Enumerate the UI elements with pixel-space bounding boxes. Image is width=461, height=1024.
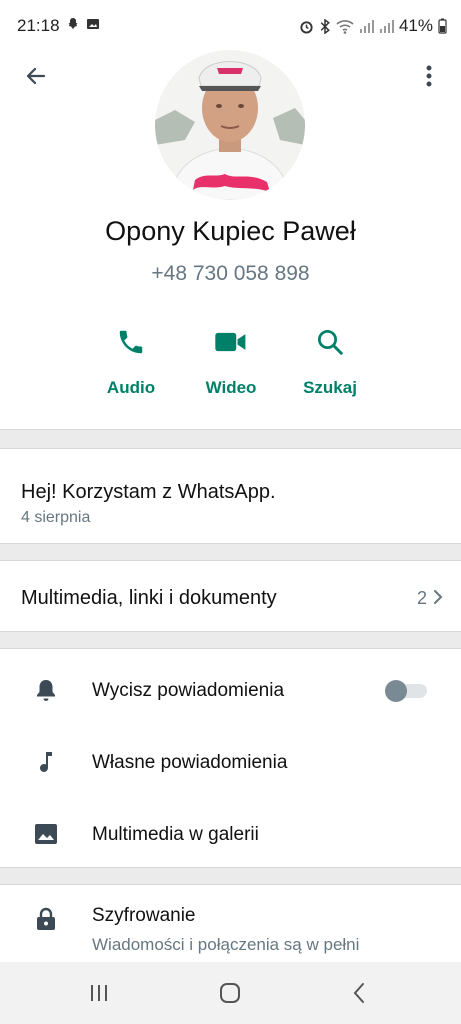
signal-icon-2 — [379, 19, 394, 33]
status-bar: 21:18 41% — [0, 0, 461, 50]
about-date: 4 sierpnia — [21, 509, 91, 526]
home-button[interactable] — [215, 980, 245, 1006]
video-call-button[interactable]: Wideo — [181, 320, 281, 398]
mute-label: Wycisz powiadomienia — [92, 680, 285, 701]
mute-notifications-row[interactable]: Wycisz powiadomienia — [0, 653, 461, 725]
bell-icon — [37, 680, 55, 701]
home-icon — [220, 983, 240, 1003]
nav-back-icon — [353, 983, 364, 1003]
search-icon — [318, 330, 343, 355]
status-time: 21:18 — [17, 16, 60, 35]
contact-header: Opony Kupiec Paweł +48 730 058 898 Audio… — [0, 50, 461, 430]
chevron-right-icon — [434, 590, 443, 604]
image-icon — [35, 824, 57, 844]
battery-icon — [438, 18, 447, 34]
signal-icon — [359, 19, 374, 33]
media-count: 2 — [416, 588, 427, 608]
search-button[interactable]: Szukaj — [280, 320, 380, 398]
snapchat-icon — [68, 18, 78, 29]
lock-icon — [37, 907, 55, 930]
recent-apps-icon — [91, 985, 107, 1001]
alarm-icon — [300, 20, 313, 34]
contact-name: Opony Kupiec Paweł — [105, 216, 356, 246]
about-section[interactable]: Hej! Korzystam z WhatsApp. 4 sierpnia — [0, 448, 461, 544]
video-icon — [215, 332, 246, 352]
bluetooth-icon — [320, 18, 330, 34]
audio-label: Audio — [106, 378, 156, 397]
more-vertical-icon — [426, 65, 432, 87]
back-button[interactable] — [20, 60, 52, 92]
audio-call-button[interactable]: Audio — [81, 320, 181, 398]
contact-phone: +48 730 058 898 — [151, 262, 310, 285]
recent-apps-button[interactable] — [84, 980, 114, 1006]
arrow-left-icon — [26, 67, 46, 85]
custom-notifications-label: Własne powiadomienia — [92, 752, 288, 773]
about-text: Hej! Korzystam z WhatsApp. — [21, 481, 276, 503]
custom-notifications-row[interactable]: Własne powiadomienia — [0, 725, 461, 797]
wifi-icon — [336, 19, 354, 34]
music-note-icon — [40, 752, 52, 772]
battery-percent: 41% — [398, 16, 433, 35]
quick-actions: Audio Wideo Szukaj — [0, 320, 461, 410]
media-visibility-label: Multimedia w galerii — [92, 824, 259, 845]
media-label: Multimedia, linki i dokumenty — [21, 587, 277, 609]
avatar-photo — [155, 50, 305, 200]
encryption-title: Szyfrowanie — [92, 905, 196, 926]
gallery-notification-icon — [87, 19, 99, 29]
notification-settings: Wycisz powiadomienia Własne powiadomieni… — [0, 648, 461, 868]
notification-icons — [66, 17, 100, 31]
nav-back-button[interactable] — [344, 980, 374, 1006]
phone-icon — [119, 330, 143, 354]
video-label: Wideo — [205, 378, 257, 397]
toggle-knob — [385, 680, 407, 702]
system-nav-bar — [0, 962, 461, 1024]
status-right: 41% — [299, 16, 447, 36]
media-links-docs-row[interactable]: Multimedia, linki i dokumenty 2 — [0, 560, 461, 632]
mute-toggle[interactable] — [385, 680, 427, 702]
contact-avatar[interactable] — [155, 50, 305, 200]
more-options-button[interactable] — [413, 60, 445, 92]
media-visibility-row[interactable]: Multimedia w galerii — [0, 797, 461, 869]
search-label: Szukaj — [303, 378, 357, 397]
